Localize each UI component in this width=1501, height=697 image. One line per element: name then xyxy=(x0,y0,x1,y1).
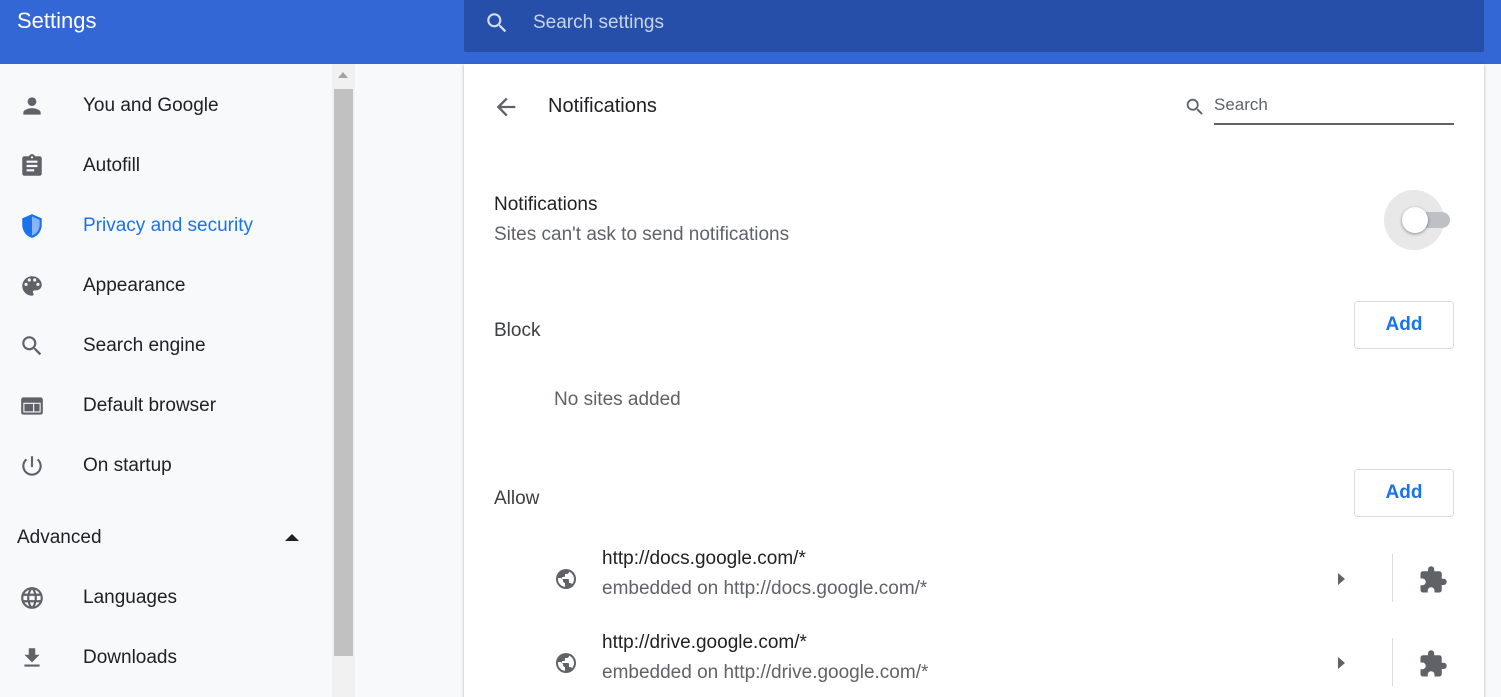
extension-puzzle-icon[interactable] xyxy=(1418,649,1448,679)
search-icon xyxy=(22,336,42,356)
sidebar-item-label: Search engine xyxy=(83,335,206,356)
block-section-label: Block xyxy=(494,320,541,341)
site-search-input[interactable]: Search xyxy=(1214,92,1454,125)
search-icon xyxy=(1186,98,1203,115)
sidebar-item-label: You and Google xyxy=(83,95,219,116)
sidebar-item-you-and-google[interactable]: You and Google xyxy=(0,82,332,130)
app-header: Settings Search settings xyxy=(0,0,1501,64)
chevron-right-icon[interactable] xyxy=(1338,573,1345,585)
scrollbar-thumb[interactable] xyxy=(334,89,353,656)
notifications-card: Notifications Search Notifications Sites… xyxy=(464,64,1484,697)
site-row[interactable]: http://drive.google.com/* embedded on ht… xyxy=(464,626,1484,697)
allow-add-button[interactable]: Add xyxy=(1354,469,1454,517)
sidebar-item-privacy-and-security[interactable]: Privacy and security xyxy=(0,202,332,250)
back-arrow-icon[interactable] xyxy=(492,93,520,121)
chevron-right-icon[interactable] xyxy=(1338,657,1345,669)
notifications-toggle-title: Notifications xyxy=(494,194,598,215)
sidebar: You and Google Autofill Privacy and secu… xyxy=(0,64,332,697)
browser-window-icon xyxy=(21,397,43,415)
sidebar-item-label: Languages xyxy=(83,587,178,608)
person-icon xyxy=(23,97,41,115)
search-icon xyxy=(487,13,507,33)
scroll-up-arrow[interactable] xyxy=(338,72,348,78)
sidebar-item-appearance[interactable]: Appearance xyxy=(0,262,332,310)
row-divider xyxy=(1392,554,1393,602)
allow-section-label: Allow xyxy=(494,488,540,509)
power-icon xyxy=(22,456,42,476)
settings-search-input[interactable]: Search settings xyxy=(533,12,664,34)
advanced-section-toggle[interactable]: Advanced xyxy=(0,514,332,562)
site-embedded-text: embedded on http://docs.google.com/* xyxy=(602,578,928,599)
toggle-knob[interactable] xyxy=(1402,207,1428,233)
sidebar-item-label: Downloads xyxy=(83,647,177,668)
block-empty-text: No sites added xyxy=(554,389,681,410)
notifications-toggle-subtitle: Sites can't ask to send notifications xyxy=(494,224,790,245)
site-embedded-text: embedded on http://drive.google.com/* xyxy=(602,662,929,683)
sidebar-item-autofill[interactable]: Autofill xyxy=(0,142,332,190)
sidebar-item-label: Privacy and security xyxy=(83,215,254,236)
page-title: Notifications xyxy=(548,95,657,117)
app-title: Settings xyxy=(17,8,97,33)
caret-up-icon xyxy=(285,534,299,541)
sidebar-item-search-engine[interactable]: Search engine xyxy=(0,322,332,370)
globe-icon xyxy=(21,587,43,609)
sidebar-scrollbar[interactable] xyxy=(332,64,355,697)
download-icon xyxy=(24,648,40,667)
palette-icon xyxy=(22,276,42,296)
row-divider xyxy=(1392,638,1393,686)
sidebar-item-languages[interactable]: Languages xyxy=(0,574,332,622)
advanced-label: Advanced xyxy=(17,527,102,548)
site-url: http://drive.google.com/* xyxy=(602,632,807,653)
globe-icon xyxy=(556,653,576,673)
globe-icon xyxy=(556,569,576,589)
site-row[interactable]: http://docs.google.com/* embedded on htt… xyxy=(464,542,1484,626)
sidebar-item-label: Autofill xyxy=(83,155,141,176)
shield-icon xyxy=(22,214,42,238)
sidebar-item-label: Default browser xyxy=(83,395,217,416)
sidebar-item-default-browser[interactable]: Default browser xyxy=(0,382,332,430)
site-url: http://docs.google.com/* xyxy=(602,548,806,569)
sidebar-item-on-startup[interactable]: On startup xyxy=(0,442,332,490)
sidebar-item-label: On startup xyxy=(83,455,172,476)
block-add-button[interactable]: Add xyxy=(1354,301,1454,349)
clipboard-icon xyxy=(22,154,42,176)
sidebar-item-label: Appearance xyxy=(83,275,186,296)
extension-puzzle-icon[interactable] xyxy=(1418,565,1448,595)
settings-search-bar[interactable]: Search settings xyxy=(464,0,1484,52)
sidebar-item-downloads[interactable]: Downloads xyxy=(0,634,332,682)
